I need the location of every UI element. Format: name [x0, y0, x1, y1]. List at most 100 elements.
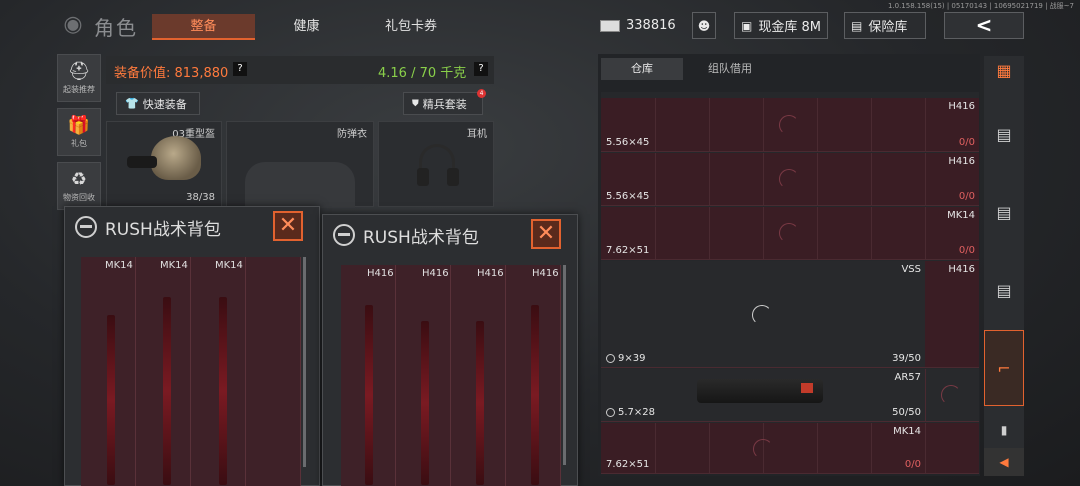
grid-line	[817, 207, 818, 259]
grid-line	[925, 153, 926, 205]
backpack-grid[interactable]: MK14 MK14 MK14	[81, 257, 301, 486]
headset-slot[interactable]: 耳机	[378, 121, 494, 207]
loading-icon	[779, 223, 799, 243]
chevron-left-icon: <	[975, 13, 993, 37]
tab-gift-cards[interactable]: 礼包卡券	[358, 14, 464, 40]
grid-line	[925, 98, 926, 151]
back-button[interactable]: <	[944, 12, 1024, 39]
backpack-title: RUSH战术背包	[75, 207, 221, 247]
page-title: 角色	[94, 16, 138, 40]
rifle-icon[interactable]	[163, 297, 171, 485]
grid-line	[871, 423, 872, 473]
close-icon: ✕	[536, 221, 556, 246]
caliber: 5.56×45	[606, 137, 650, 148]
weapon-name: H416	[948, 101, 975, 112]
slot-count: 38/38	[186, 192, 215, 203]
tab-gear[interactable]: 整备	[152, 14, 255, 40]
trader-button[interactable]: ☻	[692, 12, 716, 39]
grid-line	[817, 98, 818, 151]
loading-icon	[941, 385, 961, 405]
slot-label: 耳机	[467, 129, 487, 140]
list-item[interactable]: MK14 7.62×51 0/0	[601, 423, 979, 474]
weapon-name: AR57	[894, 372, 921, 383]
rifle-icon[interactable]	[365, 305, 373, 485]
grid-line	[709, 207, 710, 259]
shirt-icon: 👕	[125, 97, 139, 110]
vault-icon: ▣	[741, 18, 753, 33]
value-help-button[interactable]: ?	[233, 62, 247, 76]
grid-line	[655, 207, 656, 259]
safe-button[interactable]: ▤ 保险库	[844, 12, 926, 39]
close-button[interactable]: ✕	[273, 211, 303, 241]
sidebar-item-label: 礼包	[71, 139, 87, 148]
close-button[interactable]: ✕	[531, 219, 561, 249]
elite-set-button[interactable]: ⛊ 精兵套装	[403, 92, 483, 115]
list-item[interactable]: H416	[925, 261, 979, 368]
weapon-label: MK14	[105, 260, 133, 271]
grid-line	[925, 207, 926, 259]
ammo-box-icon[interactable]: ▤	[984, 184, 1024, 242]
safe-label: 保险库	[868, 20, 908, 35]
elite-set-label: 精兵套装	[422, 97, 467, 111]
sidebar-item-label: 物资回收	[63, 193, 95, 202]
weapon-name: MK14	[893, 426, 921, 437]
ammo-box-icon[interactable]: ▤	[984, 262, 1024, 320]
scrollbar[interactable]	[563, 265, 566, 465]
quick-equip-button[interactable]: 👕 快速装备	[116, 92, 200, 115]
warehouse-grid[interactable]: H416 5.56×45 0/0 H416 5.56×45 0/0 MK14 7…	[601, 92, 979, 474]
grid-line	[763, 98, 764, 151]
list-item[interactable]: AR57 5.7×28 50/50	[601, 369, 979, 422]
rifle-icon[interactable]	[476, 321, 484, 485]
rifle-icon[interactable]	[107, 315, 115, 485]
list-item[interactable]: H416 5.56×45 0/0	[601, 98, 979, 152]
sidebar-item-recommend[interactable]: ⛑ 起装推荐	[57, 54, 101, 102]
close-icon: ✕	[278, 213, 298, 238]
rifle-icon[interactable]: ⌐	[984, 330, 1024, 406]
bullet-icon[interactable]: ▮	[984, 416, 1024, 444]
weight-display: 4.16 / 70 千克	[378, 66, 467, 81]
cash-display: 338816	[600, 12, 676, 39]
nvg-icon	[127, 156, 157, 168]
ammo-box-icon[interactable]: ▤	[984, 106, 1024, 164]
weapon-label: MK14	[160, 260, 188, 271]
ammo-type-icon	[606, 354, 615, 363]
globe-icon	[75, 216, 97, 238]
ammo-count: 50/50	[892, 407, 921, 418]
tab-health[interactable]: 健康	[255, 14, 358, 40]
rifle-icon[interactable]	[421, 321, 429, 485]
sidebar-item-gift[interactable]: 🎁 礼包	[57, 108, 101, 156]
scrollbar[interactable]	[303, 257, 306, 467]
backpack-grid[interactable]: H416 H416 H416 H416	[341, 265, 561, 486]
ammo-count: 0/0	[958, 137, 975, 148]
sidebar-item-recycle[interactable]: ♻ 物资回收	[57, 162, 101, 210]
rifle-icon[interactable]	[219, 297, 227, 485]
grid-line	[709, 423, 710, 473]
triangle-left-icon[interactable]: ◀	[984, 448, 1024, 476]
grid-icon[interactable]: ▦	[984, 56, 1024, 86]
list-item[interactable]: VSS 9×39 39/50	[601, 261, 925, 368]
cash-vault-button[interactable]: ▣ 现金库 8M	[734, 12, 828, 39]
tab-warehouse[interactable]: 仓库	[601, 58, 683, 80]
grid-line	[709, 98, 710, 151]
helmet-slot[interactable]: 03重型盔 38/38	[106, 121, 222, 207]
weight-help-button[interactable]: ?	[474, 62, 488, 76]
grid-line	[817, 423, 818, 473]
list-item[interactable]: H416 5.56×45 0/0	[601, 153, 979, 206]
grid-line	[655, 423, 656, 473]
weapon-label: H416	[477, 268, 504, 279]
cash-icon	[600, 19, 620, 32]
tab-team-borrow[interactable]: 组队借用	[689, 58, 771, 80]
elite-set-badge: 4	[477, 89, 486, 98]
backpack-title-text: RUSH战术背包	[105, 219, 221, 240]
armor-slot[interactable]: 防弹衣	[226, 121, 374, 208]
grid-line	[871, 153, 872, 205]
weapon-label: H416	[422, 268, 449, 279]
cash-amount: 338816	[626, 18, 676, 33]
ammo-count: 39/50	[892, 353, 921, 364]
gift-icon: 🎁	[67, 115, 91, 136]
grid-line	[763, 153, 764, 205]
recycle-icon: ♻	[70, 169, 88, 190]
category-rail: ▦ ▤ ▤ ▤ ⌐ ▮ ◀	[984, 56, 1024, 476]
list-item[interactable]: MK14 7.62×51 0/0	[601, 207, 979, 260]
rifle-icon[interactable]	[531, 305, 539, 485]
